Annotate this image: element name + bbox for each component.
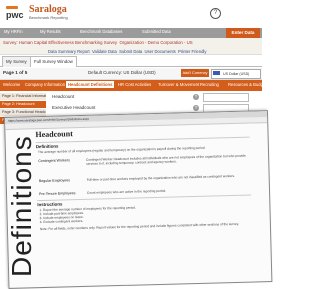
term-text: Full-time or part-time workers employed … (86, 173, 235, 182)
tab-full-survey-window[interactable]: Full Survey Window (30, 56, 77, 67)
validate-data-link[interactable]: Validate Data (92, 49, 117, 54)
side-label-wrap: Definitions (0, 117, 50, 277)
headcount-input[interactable] (203, 93, 249, 102)
help-circle-icon[interactable]: ? (193, 105, 199, 111)
top-nav: My HRFin My Results Benchmark Databases … (0, 28, 262, 38)
section-company-information[interactable]: Company Information (25, 82, 65, 87)
side-label: Definitions (6, 135, 37, 277)
section-hr-cost-activities[interactable]: HR Cost Activities (118, 82, 151, 87)
page-item-headcount[interactable]: Page 2: Headcount (0, 101, 46, 108)
page-item-financial[interactable]: Page 1: Financial Information (0, 93, 46, 100)
brand-title: Saraloga (29, 4, 67, 15)
term-text: Contingent Worker Headcount includes all… (86, 153, 246, 166)
nav-item-submitted-data[interactable]: Submitted Data (142, 29, 171, 34)
logo: pwc (6, 10, 24, 20)
nav-item-my-hrfin[interactable]: My HRFin (4, 29, 23, 34)
logo-stripe (6, 6, 18, 9)
divider (37, 194, 252, 202)
page-indicator: Page 1 of 5 (3, 70, 28, 75)
addl-currency-button[interactable]: Add'l Currency (181, 69, 209, 77)
help-icon[interactable]: ? (210, 8, 221, 19)
us-flag-icon (213, 71, 220, 75)
section-recruiting[interactable]: Recruiting (200, 82, 219, 87)
section-resources-budget[interactable]: Resources & Budget (228, 82, 266, 87)
term-text: Count employees who are active in the re… (86, 188, 167, 195)
survey-links: Data Summary Report Validate Data Submit… (48, 49, 206, 54)
row-label-headcount: Headcount (52, 94, 75, 99)
survey-title: Survey: Human Capital Effectiveness Benc… (3, 40, 193, 45)
org-label: Organization - Demo Corporation - US (119, 40, 193, 45)
section-headcount-definitions[interactable]: Headcount Definitions (66, 81, 115, 88)
printer-friendly-link[interactable]: Printer Friendly (178, 49, 206, 54)
user-documents-link[interactable]: User Documents (145, 49, 176, 54)
nav-item-my-results[interactable]: My Results (40, 29, 61, 34)
default-currency: Default Currency: US Dollar (USD) (88, 70, 156, 75)
help-circle-icon[interactable]: ? (193, 94, 199, 100)
section-welcome[interactable]: Welcome (3, 82, 20, 87)
definitions-intro: The average number of all employees (reg… (37, 145, 206, 155)
page-item-functional-headcount[interactable]: Page 3: Functional Headcount (0, 109, 46, 116)
row-label-executive-headcount: Executive Headcount (52, 105, 96, 110)
nav-item-benchmark-databases[interactable]: Benchmark Databases (80, 29, 122, 34)
submit-data-link[interactable]: Submit Data (119, 49, 142, 54)
section-turnover-movement[interactable]: Turnover & Movement (158, 82, 199, 87)
tab-my-survey[interactable]: My Survey (2, 56, 31, 67)
view-tabs: My Survey Full Survey Window (0, 56, 262, 67)
data-summary-link[interactable]: Data Summary Report (48, 49, 90, 54)
brand-subtitle: Benchmark Reporting (29, 15, 68, 20)
enter-data-button[interactable]: Enter Data (226, 28, 260, 38)
